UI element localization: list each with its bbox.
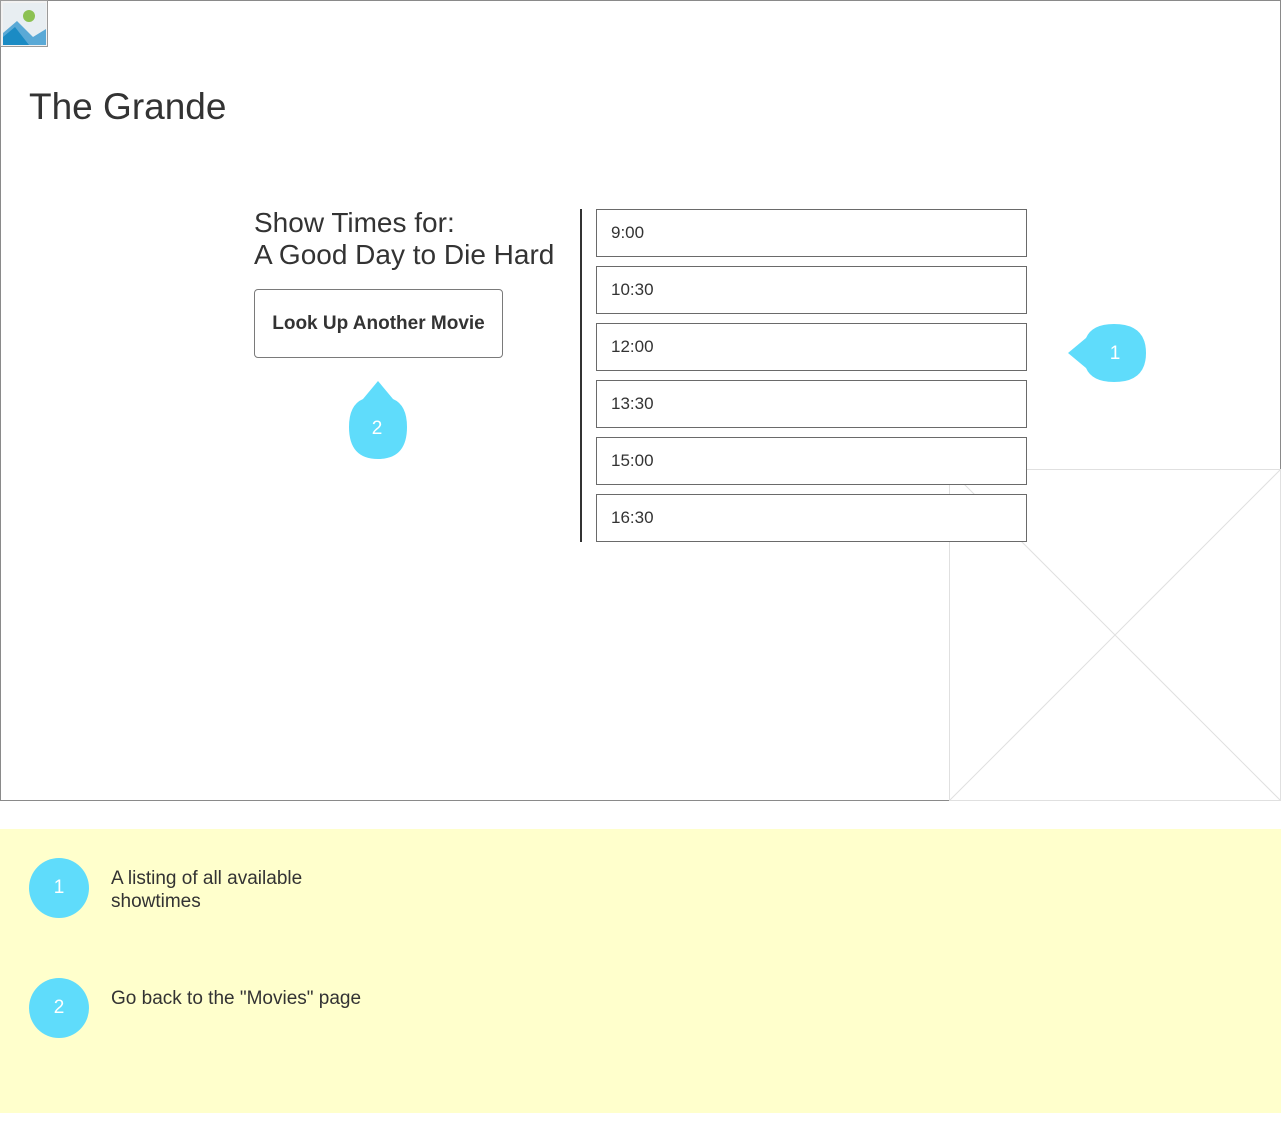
showtime-label: 13:30 bbox=[611, 394, 654, 413]
annotation-marker-2-number: 2 bbox=[372, 418, 383, 439]
showtime-label: 15:00 bbox=[611, 451, 654, 470]
annotation-marker-2: 2 bbox=[349, 381, 407, 459]
annotation-notes-panel: 1 A listing of all available showtimes 2… bbox=[0, 829, 1281, 1113]
showtime-item[interactable]: 13:30 bbox=[596, 380, 1027, 428]
logo-image-icon bbox=[0, 0, 48, 47]
showtime-label: 16:30 bbox=[611, 508, 654, 527]
showtime-item[interactable]: 16:30 bbox=[596, 494, 1027, 542]
annotation-marker-1-number: 1 bbox=[1110, 343, 1121, 364]
showtime-label: 10:30 bbox=[611, 280, 654, 299]
showtime-item[interactable]: 12:00 bbox=[596, 323, 1027, 371]
note-2-text: Go back to the "Movies" page bbox=[111, 988, 362, 1009]
look-up-another-movie-button[interactable]: Look Up Another Movie bbox=[254, 289, 503, 358]
showtimes-heading: Show Times for: A Good Day to Die Hard bbox=[254, 207, 554, 271]
note-2-badge: 2 bbox=[29, 978, 89, 1038]
movie-title: A Good Day to Die Hard bbox=[254, 239, 555, 270]
annotation-marker-1: 1 bbox=[1068, 324, 1146, 382]
vertical-divider bbox=[580, 209, 582, 542]
showtime-label: 12:00 bbox=[611, 337, 654, 356]
showtime-label: 9:00 bbox=[611, 223, 645, 242]
showtime-item[interactable]: 15:00 bbox=[596, 437, 1027, 485]
showtimes-heading-line1: Show Times for: bbox=[254, 207, 455, 238]
note-1-text: A listing of all available showtimes bbox=[111, 868, 303, 912]
page-title: The Grande bbox=[29, 86, 227, 127]
showtime-item[interactable]: 9:00 bbox=[596, 209, 1027, 257]
showtime-item[interactable]: 10:30 bbox=[596, 266, 1027, 314]
note-1-badge: 1 bbox=[29, 858, 89, 918]
